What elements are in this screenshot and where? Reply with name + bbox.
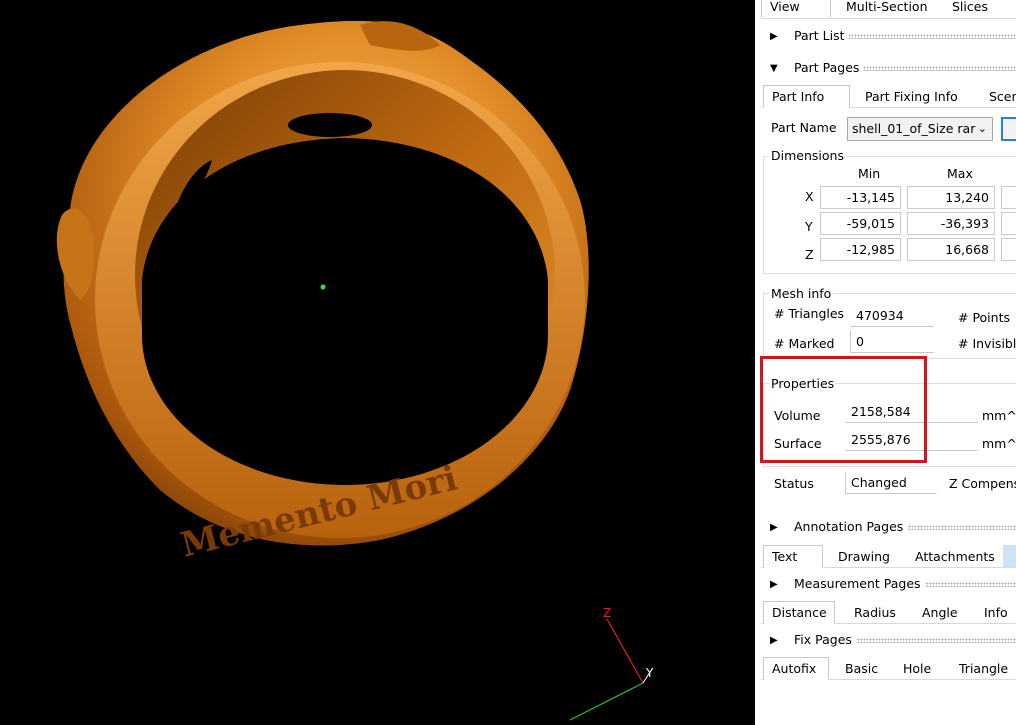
tab-hole[interactable]: Hole [894, 657, 940, 680]
dimensions-title: Dimensions [769, 148, 846, 163]
part-action-button[interactable] [1001, 117, 1016, 141]
tab-distance[interactable]: Distance [763, 601, 835, 624]
fix-pages-label: Fix Pages [794, 632, 856, 647]
tab-view[interactable]: View [761, 0, 831, 18]
part-name-label: Part Name [771, 120, 837, 135]
z-axis [606, 618, 644, 684]
status-value: Changed [845, 471, 937, 494]
tab-basic[interactable]: Basic [836, 657, 887, 680]
tab-part-info[interactable]: Part Info [763, 85, 850, 108]
tab-scene[interactable]: Scen [980, 85, 1016, 108]
marked-value: 0 [850, 330, 934, 353]
marked-label: # Marked [774, 336, 835, 351]
dim-col-max: Max [947, 166, 973, 181]
dim-axis-x: X [805, 189, 814, 204]
y-axis-label: Y [645, 666, 654, 680]
properties-highlight-box [760, 356, 927, 463]
measurement-tabbar: Distance Radius Angle Info [761, 601, 1016, 624]
part-list-label: Part List [794, 28, 849, 43]
dim-y-min: -59,015 [820, 212, 901, 235]
fix-pages-header[interactable]: ▶ Fix Pages [761, 629, 1016, 653]
dim-col-min: Min [858, 166, 881, 181]
z-compensation-label: Z Compensa [949, 476, 1016, 491]
dim-x-max: 13,240 [907, 186, 995, 209]
tab-attachments[interactable]: Attachments [906, 545, 1004, 568]
dim-z-extra [1001, 238, 1016, 261]
dim-z-min: -12,985 [820, 238, 901, 261]
fix-tabbar: Autofix Basic Hole Triangle [761, 657, 1016, 680]
dim-axis-y: Y [805, 219, 813, 234]
tab-angle[interactable]: Angle [913, 601, 967, 624]
expand-right-icon: ▶ [770, 522, 778, 533]
ring-left-bulge [56, 208, 95, 300]
dim-y-max: -36,393 [907, 212, 995, 235]
tab-drawing[interactable]: Drawing [829, 545, 899, 568]
expand-right-icon: ▶ [770, 31, 778, 42]
z-axis-label: Z [603, 606, 611, 620]
triangles-value: 470934 [850, 304, 934, 327]
status-label: Status [774, 476, 814, 491]
part-name-select[interactable]: shell_01_of_Size rar ⌄ [847, 117, 993, 141]
top-tabbar: View Multi-Section Slices [761, 0, 1016, 19]
dim-axis-z: Z [805, 247, 814, 262]
ring-window [288, 113, 372, 137]
part-pages-label: Part Pages [794, 60, 864, 75]
mesh-info-title: Mesh info [769, 286, 834, 301]
surface-unit: mm^2 [982, 436, 1016, 451]
tab-info[interactable]: Info [975, 601, 1016, 624]
tab-scroll-button[interactable] [1003, 545, 1016, 567]
points-label: # Points [958, 310, 1010, 325]
dim-x-min: -13,145 [820, 186, 901, 209]
tab-autofix[interactable]: Autofix [763, 657, 829, 680]
part-pages-header[interactable]: ▼ Part Pages [761, 57, 1016, 81]
tab-triangle[interactable]: Triangle [950, 657, 1016, 680]
tab-text[interactable]: Text [763, 545, 823, 568]
expand-right-icon: ▶ [770, 579, 778, 590]
tab-radius[interactable]: Radius [845, 601, 905, 624]
annotation-tabbar: Text Drawing Attachments [761, 545, 1016, 568]
chevron-down-icon: ⌄ [977, 122, 987, 135]
tab-slices[interactable]: Slices [943, 0, 997, 18]
center-marker [320, 284, 326, 290]
part-tabbar: Part Info Part Fixing Info Scen [761, 85, 1016, 108]
annotation-pages-label: Annotation Pages [794, 519, 908, 534]
dim-z-max: 16,668 [907, 238, 995, 261]
measurement-pages-label: Measurement Pages [794, 576, 925, 591]
invisible-label: # Invisible [958, 336, 1016, 351]
volume-unit: mm^3 [982, 408, 1016, 423]
3d-viewport[interactable]: Memento Mori Z Y [0, 0, 755, 725]
expand-right-icon: ▶ [770, 635, 778, 646]
dim-x-extra [1001, 186, 1016, 209]
triangles-label: # Triangles [774, 306, 845, 321]
part-list-header[interactable]: ▶ Part List [761, 25, 1016, 49]
ring-render: Memento Mori Z Y [56, 20, 654, 721]
tab-multi-section[interactable]: Multi-Section [837, 0, 937, 18]
y-axis [569, 682, 644, 721]
measurement-pages-header[interactable]: ▶ Measurement Pages [761, 573, 1016, 597]
expand-down-icon: ▼ [770, 63, 778, 74]
tab-part-fixing-info[interactable]: Part Fixing Info [856, 85, 967, 108]
part-name-value: shell_01_of_Size rar [852, 121, 976, 136]
annotation-pages-header[interactable]: ▶ Annotation Pages [761, 516, 1016, 540]
dim-y-extra [1001, 212, 1016, 235]
